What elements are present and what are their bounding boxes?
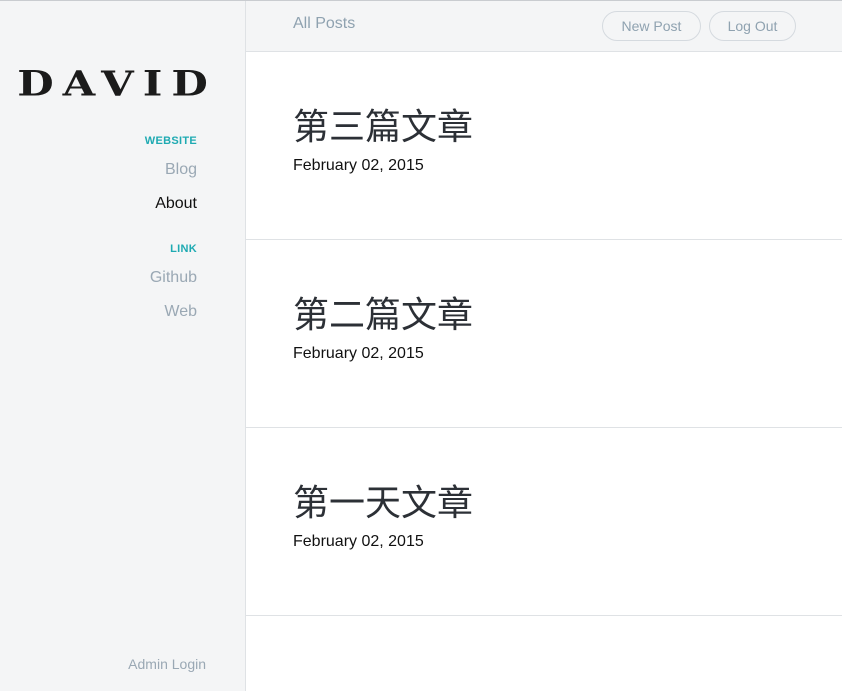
sidebar-item-about[interactable]: About: [145, 187, 197, 221]
new-post-button[interactable]: New Post: [602, 11, 701, 41]
post-item[interactable]: 第二篇文章 February 02, 2015: [246, 240, 842, 428]
admin-login-link[interactable]: Admin Login: [128, 656, 206, 672]
nav-section-link: LINK Github Web: [150, 242, 197, 329]
app-frame: DAVID WEBSITE Blog About LINK Github Web…: [0, 0, 842, 691]
post-date: February 02, 2015: [293, 345, 424, 362]
nav-heading-link: LINK: [170, 243, 197, 255]
post-title[interactable]: 第二篇文章: [293, 286, 473, 338]
log-out-button[interactable]: Log Out: [709, 11, 796, 41]
sidebar: DAVID WEBSITE Blog About LINK Github Web…: [0, 1, 246, 691]
post-date: February 02, 2015: [293, 157, 424, 174]
post-title[interactable]: 第三篇文章: [293, 98, 473, 150]
nav-section-website: WEBSITE Blog About: [145, 134, 197, 221]
site-logo[interactable]: DAVID: [0, 63, 234, 103]
post-item[interactable]: 第一天文章 February 02, 2015: [246, 428, 842, 616]
sidebar-item-blog[interactable]: Blog: [145, 153, 197, 187]
post-item[interactable]: 第三篇文章 February 02, 2015: [246, 52, 842, 240]
nav-heading-website: WEBSITE: [144, 135, 197, 147]
post-date: February 02, 2015: [293, 533, 424, 550]
sidebar-item-web[interactable]: Web: [150, 295, 197, 329]
all-posts-link[interactable]: All Posts: [293, 15, 355, 33]
post-list: 第三篇文章 February 02, 2015 第二篇文章 February 0…: [246, 52, 842, 616]
sidebar-item-github[interactable]: Github: [150, 261, 197, 295]
top-bar: All Posts New Post Log Out: [246, 1, 842, 52]
post-title[interactable]: 第一天文章: [293, 474, 473, 526]
